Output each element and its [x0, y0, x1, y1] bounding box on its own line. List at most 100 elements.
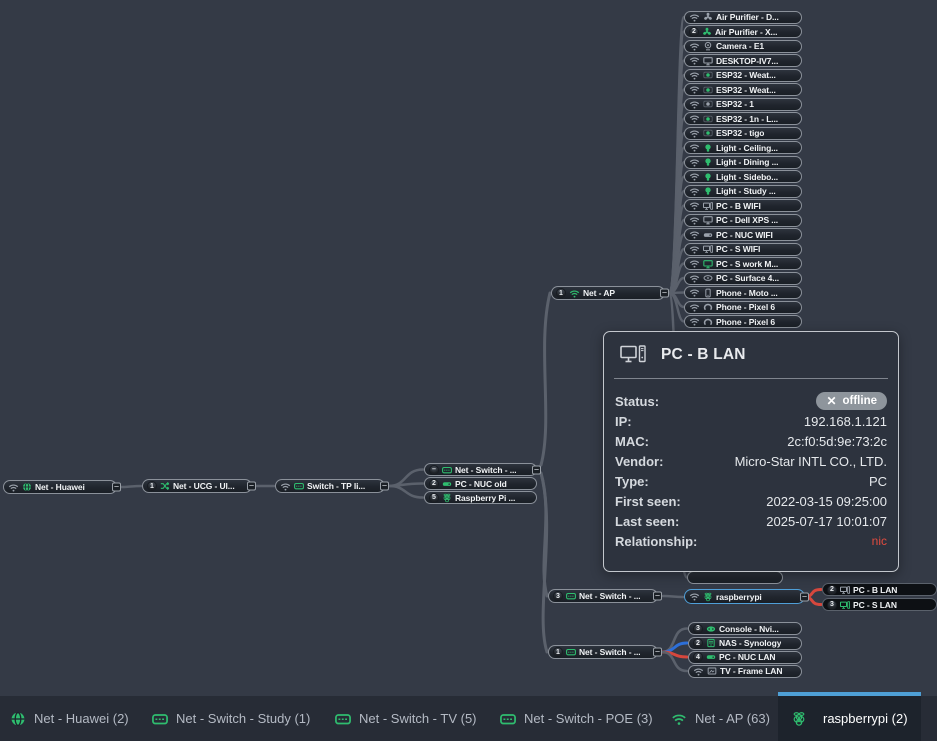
node-net-ucg[interactable]: 1Net - UCG - Ul...− — [142, 479, 252, 493]
node-label: Net - Huawei — [35, 482, 85, 492]
switch-icon — [442, 465, 452, 475]
panel-row-type: Type:PC — [615, 471, 887, 491]
collapse-toggle[interactable]: − — [247, 482, 256, 491]
node-pc-nuc-lan[interactable]: 4PC - NUC LAN — [688, 651, 802, 664]
collapse-toggle[interactable]: − — [653, 648, 662, 657]
panel-label: Type: — [615, 474, 649, 489]
node-pc-b-lan[interactable]: 2PC - B LAN — [822, 583, 937, 596]
node-air-purifier-d[interactable]: Air Purifier - D... — [684, 11, 802, 24]
panel-row-relationship: Relationship:nic — [615, 531, 887, 551]
node-pc-s-lan[interactable]: 3PC - S LAN — [822, 598, 937, 611]
wifi-icon — [671, 711, 687, 727]
collapse-toggle[interactable]: − — [800, 592, 809, 601]
nuc-icon — [706, 652, 716, 662]
monitor-tower-icon — [840, 585, 850, 595]
panel-row-vendor: Vendor:Micro-Star INTL CO., LTD. — [615, 451, 887, 471]
node-esp32-weat[interactable]: ESP32 - Weat... — [684, 69, 802, 82]
bulb-icon — [703, 186, 713, 196]
fan-icon — [702, 27, 712, 37]
wifi-icon — [689, 55, 700, 66]
switch-icon — [294, 481, 304, 491]
panel-label: First seen: — [615, 494, 681, 509]
edge — [662, 643, 687, 652]
node-esp32-weat[interactable]: ESP32 - Weat... — [684, 83, 802, 96]
wifi-icon — [689, 113, 700, 124]
tab-raspberrypi-2[interactable]: raspberrypi (2) — [778, 692, 921, 741]
node-raspberrypi[interactable]: raspberrypi− — [684, 589, 805, 604]
panel-label: Status: — [615, 394, 659, 409]
wifi-icon — [689, 128, 700, 139]
tab-net-huawei-2[interactable]: Net - Huawei (2) — [10, 696, 129, 741]
switch-icon — [566, 591, 576, 601]
node-pc-nuc-wifi[interactable]: PC - NUC WIFI — [684, 228, 802, 241]
node-console-nvi[interactable]: 3Console - Nvi... — [688, 622, 802, 635]
wifi-icon — [569, 288, 580, 299]
edge — [121, 486, 141, 487]
node-label: Camera - E1 — [716, 41, 764, 51]
node-raspberry-pi[interactable]: 5Raspberry Pi ... — [424, 491, 537, 504]
node-esp32-1[interactable]: ESP32 - 1 — [684, 98, 802, 111]
node-net-ap[interactable]: 1Net - AP− — [551, 286, 665, 300]
panel-value: 192.168.1.121 — [804, 414, 887, 429]
tab-net-ap-63[interactable]: Net - AP (63) — [671, 696, 770, 741]
wifi-icon — [689, 41, 700, 52]
bulb-icon — [703, 157, 713, 167]
wifi-icon — [693, 666, 704, 677]
node-label: Console - Nvi... — [719, 624, 779, 634]
panel-row-firstseen: First seen:2022-03-15 09:25:00 — [615, 491, 887, 511]
node-label: NAS - Synology — [719, 638, 781, 648]
panel-label: Relationship: — [615, 534, 697, 549]
collapse-toggle[interactable]: − — [112, 483, 121, 492]
panel-title: PC - B LAN — [661, 346, 746, 364]
node-pc-dell-xps[interactable]: PC - Dell XPS ... — [684, 214, 802, 227]
node-phone-moto[interactable]: Phone - Moto ... — [684, 286, 802, 299]
node-light-study[interactable]: Light - Study ... — [684, 185, 802, 198]
bulb-icon — [703, 143, 713, 153]
monitor-icon — [703, 215, 713, 225]
panel-row-mac: MAC:2c:f0:5d:9e:73:2c — [615, 431, 887, 451]
node-net-switch-poe[interactable]: 1Net - Switch - ...− — [548, 645, 658, 659]
node-hidden-device[interactable] — [687, 571, 783, 584]
node-camera-e1[interactable]: Camera - E1 — [684, 40, 802, 53]
node-phone-pixel-6[interactable]: Phone - Pixel 6 — [684, 301, 802, 314]
edge — [663, 596, 683, 597]
node-pc-s-work-m[interactable]: PC - S work M... — [684, 257, 802, 270]
monitor-tower-icon — [840, 600, 850, 610]
collapse-toggle[interactable]: − — [380, 482, 389, 491]
tab-net-switch-tv-5[interactable]: Net - Switch - TV (5) — [335, 696, 477, 741]
node-light-ceiling[interactable]: Light - Ceiling... — [684, 141, 802, 154]
wifi-icon — [689, 273, 700, 284]
node-net-huawei[interactable]: Net - Huawei− — [3, 480, 117, 494]
node-light-sidebo[interactable]: Light - Sidebo... — [684, 170, 802, 183]
edge — [541, 293, 550, 465]
pc-icon — [620, 345, 647, 365]
node-pc-b-wifi[interactable]: PC - B WIFI — [684, 199, 802, 212]
node-esp32-1n-l[interactable]: ESP32 - 1n - L... — [684, 112, 802, 125]
collapse-toggle[interactable]: − — [653, 592, 662, 601]
tab-net-switch-study-1[interactable]: Net - Switch - Study (1) — [152, 696, 310, 741]
node-tv-frame-lan[interactable]: TV - Frame LAN — [688, 665, 802, 678]
raspberry-icon — [442, 493, 452, 503]
node-pc-s-wifi[interactable]: PC - S WIFI — [684, 243, 802, 256]
node-pc-nuc-old[interactable]: 2PC - NUC old — [424, 477, 537, 490]
node-light-dining[interactable]: Light - Dining ... — [684, 156, 802, 169]
node-esp32-tigo[interactable]: ESP32 - tigo — [684, 127, 802, 140]
tab-label: Net - Switch - TV (5) — [359, 711, 477, 726]
node-switch-tp[interactable]: Switch - TP li...− — [275, 479, 385, 493]
wifi-icon — [689, 84, 700, 95]
wifi-icon — [689, 287, 700, 298]
collapse-toggle[interactable]: − — [660, 289, 669, 298]
collapse-toggle[interactable]: − — [532, 465, 541, 474]
port-badge: 1 — [147, 481, 157, 491]
node-nas-synology[interactable]: 2NAS - Synology — [688, 637, 802, 650]
tab-net-switch-poe-3[interactable]: Net - Switch - POE (3) — [500, 696, 653, 741]
node-phone-pixel-6[interactable]: Phone - Pixel 6 — [684, 315, 802, 328]
monitor-icon — [703, 259, 713, 269]
node-air-purifier-x[interactable]: 2Air Purifier - X... — [684, 25, 802, 38]
panel-row-lastseen: Last seen:2025-07-17 10:01:07 — [615, 511, 887, 531]
node-net-switch-mid[interactable]: –Net - Switch - ...− — [424, 463, 537, 476]
panel-label: Vendor: — [615, 454, 663, 469]
node-net-switch-rpi[interactable]: 3Net - Switch - ...− — [548, 589, 658, 603]
node-desktop-iv7[interactable]: DESKTOP-IV7... — [684, 54, 802, 67]
node-pc-surface-4[interactable]: PC - Surface 4... — [684, 272, 802, 285]
